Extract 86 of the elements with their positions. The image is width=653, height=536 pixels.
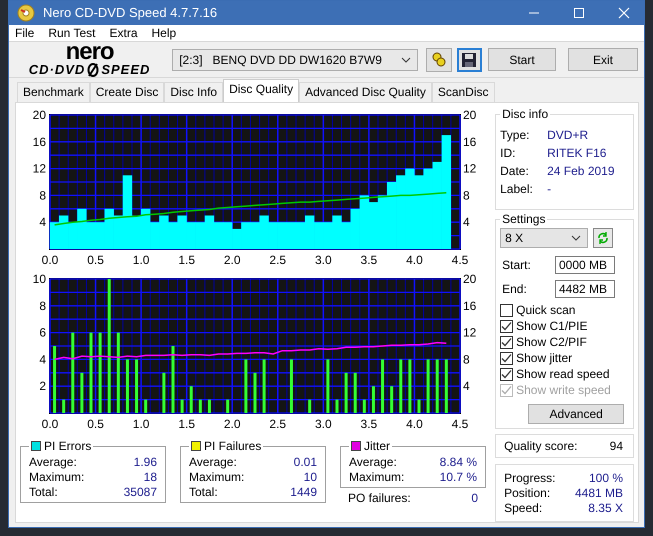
- axis-label: 3.5: [360, 253, 378, 268]
- axis-label: 2.5: [269, 417, 286, 432]
- quality-label: Quality score:: [504, 439, 578, 453]
- axis-label: 0.5: [87, 253, 104, 268]
- axis-label: 20: [463, 272, 476, 286]
- info-value: DVD+R: [547, 128, 588, 144]
- logo-text: nero: [66, 42, 114, 62]
- stat-label: PO failures:: [348, 491, 411, 506]
- axis-label: 4.5: [452, 417, 468, 432]
- axis-label: 4.0: [406, 253, 423, 268]
- group-title: Settings: [501, 212, 546, 226]
- logo-text: SPEED: [101, 62, 150, 78]
- stat-value: 1.96: [134, 455, 157, 470]
- info-value: -: [547, 182, 552, 198]
- progress-value: 4481 MB: [574, 486, 623, 501]
- info-label: Type:: [500, 128, 530, 144]
- axis-label: 3.0: [315, 253, 332, 268]
- stat-label: Average:: [189, 455, 237, 470]
- checkbox-label: Show write speed: [516, 383, 611, 397]
- progress-label: Speed:: [504, 501, 542, 516]
- group-title: Jitter: [364, 439, 390, 454]
- logo-text: CD·DVD: [28, 62, 86, 78]
- axis-label: 12: [463, 326, 476, 340]
- progress-label: Position:: [504, 486, 550, 501]
- axis-label: 3.5: [360, 417, 378, 432]
- stat-label: Total:: [29, 485, 58, 500]
- axis-label: 10: [32, 272, 46, 286]
- axis-label: 16: [32, 135, 46, 150]
- axis-label: 16: [463, 135, 476, 150]
- stat-value: 0: [471, 491, 478, 506]
- stat-value: 35087: [124, 485, 157, 500]
- window-title: Nero CD-DVD Speed 4.7.7.16: [43, 5, 218, 20]
- info-label: Date:: [500, 164, 530, 180]
- axis-label: 2.5: [269, 253, 286, 268]
- quality-value: 94: [610, 439, 623, 453]
- axis-label: 8: [39, 188, 46, 203]
- axis-label: 0.0: [42, 253, 58, 268]
- progress-value: 100 %: [588, 471, 623, 486]
- group-title: Disc info: [501, 107, 550, 122]
- axis-label: 4: [39, 216, 46, 230]
- stat-value: 18: [144, 470, 157, 486]
- progress-value: 8.35 X: [588, 501, 623, 516]
- stat-value: 10.7 %: [440, 470, 477, 486]
- info-label: ID:: [500, 146, 516, 162]
- axis-label: 20: [32, 108, 46, 122]
- stat-label: Average:: [29, 455, 77, 470]
- axis-label: 2.0: [224, 253, 241, 268]
- group-title: PI Errors: [44, 439, 92, 454]
- axis-label: 12: [463, 162, 476, 176]
- info-value: RITEK F16: [547, 146, 606, 162]
- stat-value: 0.01: [294, 455, 317, 470]
- stat-value: 10: [304, 470, 317, 486]
- stat-label: Maximum:: [349, 470, 404, 486]
- group-title: PI Failures: [204, 439, 262, 454]
- axis-label: 0.0: [42, 417, 58, 432]
- axis-label: 1.0: [132, 253, 150, 268]
- info-value: 24 Feb 2019: [547, 164, 615, 180]
- axis-label: 6: [39, 326, 46, 340]
- stat-label: Maximum:: [29, 470, 84, 486]
- axis-label: 2: [39, 380, 46, 394]
- info-label: Label:: [500, 182, 534, 198]
- axis-label: 4: [463, 380, 470, 394]
- axis-label: 20: [463, 108, 476, 122]
- stat-label: Average:: [349, 455, 397, 470]
- axis-label: 1.0: [132, 417, 150, 432]
- axis-label: 4: [463, 216, 470, 230]
- axis-label: 8: [463, 188, 470, 203]
- axis-label: 4.5: [452, 253, 468, 268]
- axis-label: 1.5: [178, 253, 195, 268]
- axis-label: 12: [32, 162, 46, 176]
- stat-value: 8.84 %: [440, 455, 477, 470]
- axis-label: 3.0: [315, 417, 332, 432]
- axis-label: 0.5: [87, 417, 104, 432]
- field-label: Start:: [502, 258, 531, 272]
- axis-label: 16: [463, 299, 476, 314]
- stat-label: Total:: [189, 485, 218, 500]
- axis-label: 1.5: [178, 417, 195, 432]
- axis-label: 2.0: [224, 417, 241, 432]
- axis-label: 8: [463, 352, 470, 367]
- axis-label: 4: [39, 352, 46, 367]
- progress-label: Progress:: [504, 471, 556, 486]
- axis-label: 4.0: [406, 417, 423, 432]
- axis-label: 8: [39, 299, 46, 314]
- stat-value: 1449: [290, 485, 317, 500]
- stat-label: Maximum:: [189, 470, 244, 486]
- field-label: End:: [502, 282, 527, 296]
